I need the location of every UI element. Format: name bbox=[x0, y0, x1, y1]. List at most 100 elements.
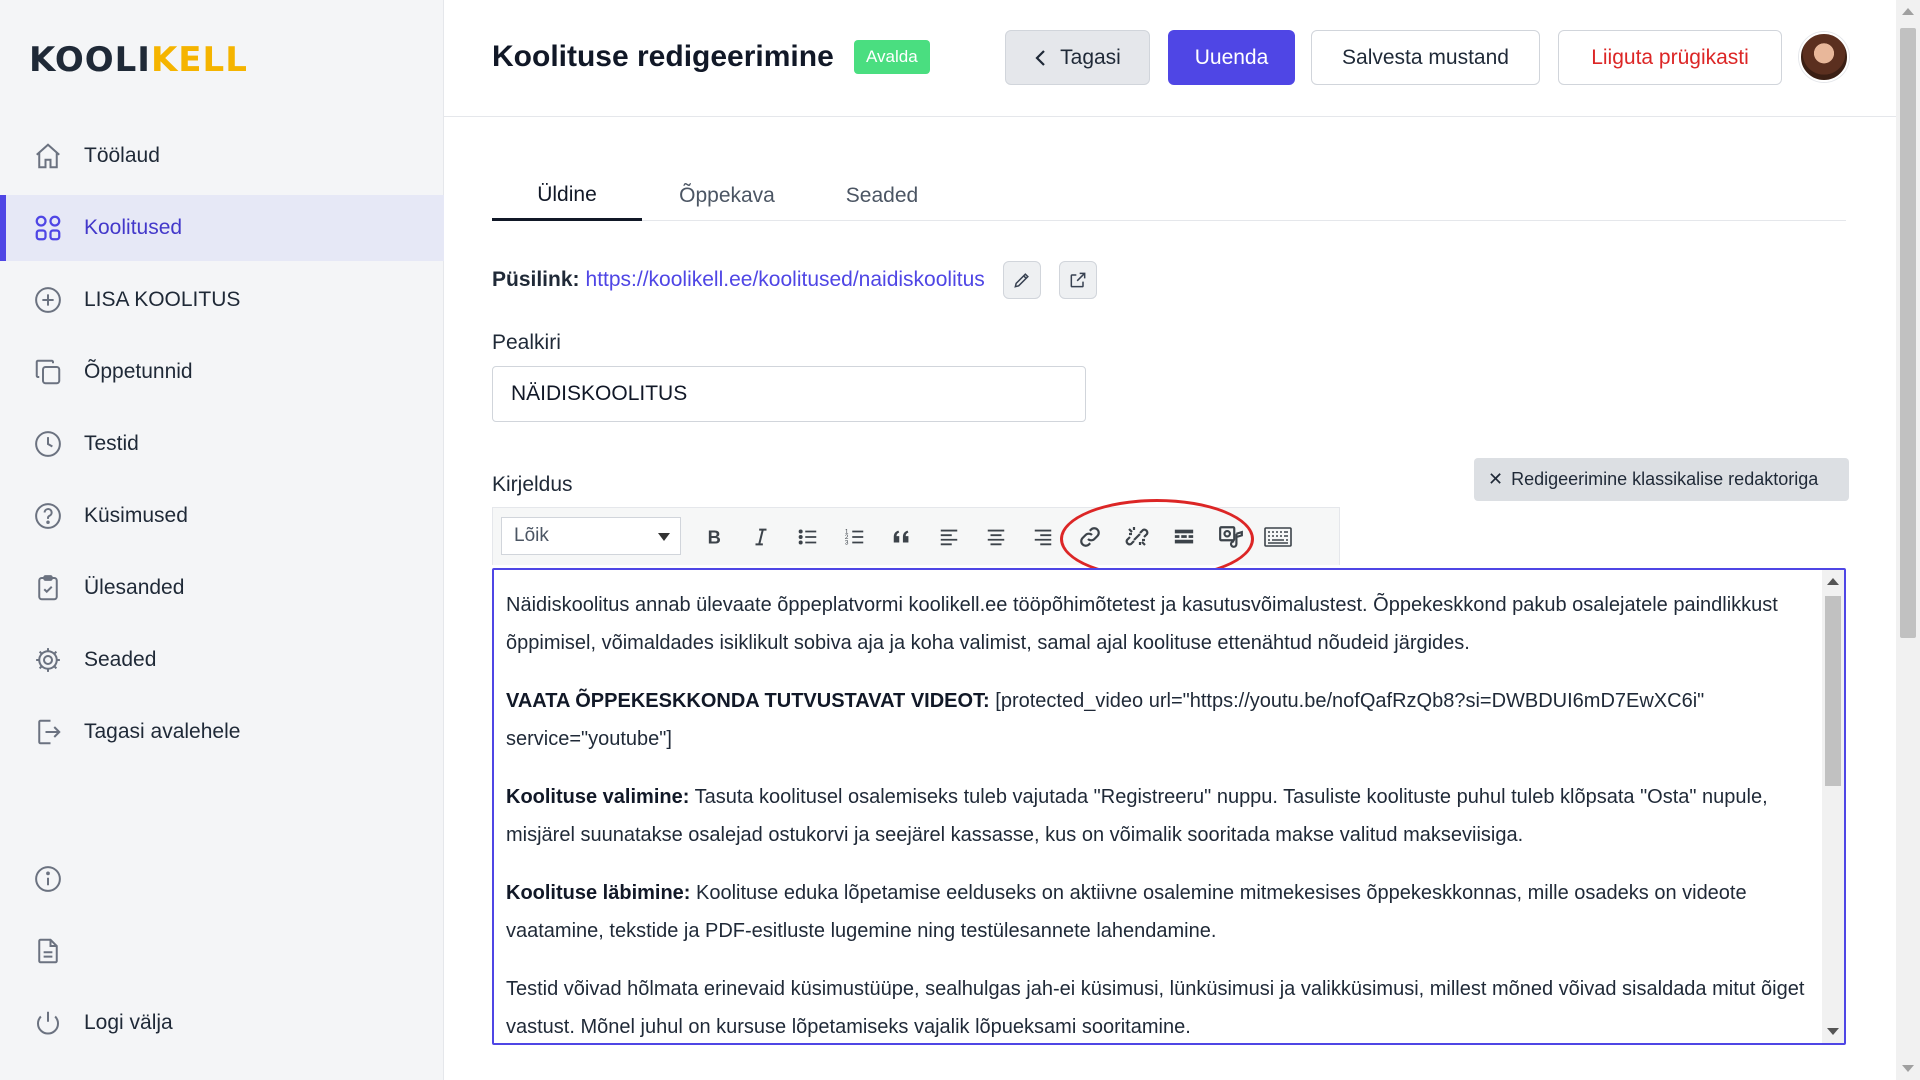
classic-editor-label: Redigeerimine klassikalise redaktoriga bbox=[1511, 469, 1819, 489]
read-more-icon bbox=[1172, 526, 1196, 548]
sidebar-item-toolaud[interactable]: Töölaud bbox=[0, 123, 444, 189]
power-icon bbox=[32, 1007, 64, 1039]
document-icon bbox=[32, 935, 64, 967]
back-button[interactable]: Tagasi bbox=[1005, 30, 1150, 85]
chevron-left-icon bbox=[1034, 48, 1048, 68]
scroll-up-icon[interactable] bbox=[1902, 8, 1914, 15]
sidebar-item-lisa-koolitus[interactable]: LISA KOOLITUS bbox=[0, 267, 444, 333]
bold-button[interactable]: B bbox=[695, 518, 733, 556]
classic-editor-button[interactable]: ✕ Redigeerimine klassikalise redaktoriga bbox=[1474, 458, 1849, 501]
logo[interactable]: KOOLIKELL bbox=[29, 40, 248, 80]
scroll-up-icon[interactable] bbox=[1827, 578, 1839, 585]
sidebar-item-tagasi-avalehele[interactable]: Tagasi avalehele bbox=[0, 699, 444, 765]
align-right-icon bbox=[1032, 526, 1054, 548]
italic-button[interactable] bbox=[742, 518, 780, 556]
numbered-list-icon: 123 bbox=[844, 526, 866, 548]
italic-icon bbox=[750, 526, 772, 548]
bullet-list-button[interactable] bbox=[789, 518, 827, 556]
permalink-row: Püsilink: https://koolikell.ee/koolituse… bbox=[492, 260, 1097, 300]
gear-icon bbox=[32, 644, 64, 676]
sidebar-item-oppetunnid[interactable]: Õppetunnid bbox=[0, 339, 444, 405]
scroll-down-icon[interactable] bbox=[1827, 1028, 1839, 1035]
editor-paragraph: Näidiskoolitus annab ülevaate õppeplatvo… bbox=[506, 594, 1778, 654]
tab-uldine[interactable]: Üldine bbox=[492, 171, 642, 221]
sidebar-item-label: Tagasi avalehele bbox=[84, 720, 241, 743]
add-media-button[interactable] bbox=[1212, 518, 1250, 556]
editor-content[interactable]: Näidiskoolitus annab ülevaate õppeplatvo… bbox=[506, 586, 1811, 1043]
move-to-trash-button[interactable]: Liiguta prügikasti bbox=[1558, 30, 1782, 85]
title-input[interactable] bbox=[492, 366, 1086, 422]
info-button[interactable] bbox=[0, 848, 444, 910]
align-center-button[interactable] bbox=[977, 518, 1015, 556]
sidebar-item-kusimused[interactable]: Küsimused bbox=[0, 483, 444, 549]
remove-link-button[interactable] bbox=[1118, 518, 1156, 556]
title-field-label: Pealkiri bbox=[492, 331, 561, 354]
sidebar-item-seaded[interactable]: Seaded bbox=[0, 627, 444, 693]
unlink-icon bbox=[1125, 525, 1149, 549]
logout-button[interactable]: Logi välja bbox=[0, 992, 444, 1054]
editor-toolbar: Lõik B 123 bbox=[492, 507, 1340, 565]
bullet-list-icon bbox=[797, 526, 819, 548]
sidebar-item-label: Koolitused bbox=[84, 216, 183, 239]
clipboard-check-icon bbox=[32, 572, 64, 604]
update-button[interactable]: Uuenda bbox=[1168, 30, 1295, 85]
editor-paragraph: Koolituse läbimine: Koolituse eduka lõpe… bbox=[506, 882, 1747, 942]
close-icon: ✕ bbox=[1488, 469, 1504, 489]
editor-scrollbar-thumb[interactable] bbox=[1825, 596, 1841, 786]
insert-link-button[interactable] bbox=[1071, 518, 1109, 556]
sidebar-item-label: Töölaud bbox=[84, 144, 160, 167]
tab-oppekava[interactable]: Õppekava bbox=[652, 171, 802, 221]
bold-icon: B bbox=[703, 526, 725, 548]
sidebar-item-koolitused[interactable]: Koolitused bbox=[0, 195, 444, 261]
sidebar-item-label: Seaded bbox=[84, 648, 157, 671]
save-draft-button[interactable]: Salvesta mustand bbox=[1311, 30, 1540, 85]
blockquote-icon bbox=[890, 526, 914, 548]
numbered-list-button[interactable]: 123 bbox=[836, 518, 874, 556]
grid-icon bbox=[32, 212, 64, 244]
sidebar-item-ulesanded[interactable]: Ülesanded bbox=[0, 555, 444, 621]
clock-icon bbox=[32, 428, 64, 460]
edit-permalink-button[interactable] bbox=[1002, 261, 1041, 299]
sidebar-item-label: Õppetunnid bbox=[84, 360, 193, 383]
editor-scrollbar[interactable] bbox=[1822, 570, 1844, 1043]
align-center-icon bbox=[985, 526, 1007, 548]
sidebar-item-label: LISA KOOLITUS bbox=[84, 288, 241, 311]
align-right-button[interactable] bbox=[1024, 518, 1062, 556]
tab-seaded[interactable]: Seaded bbox=[812, 171, 952, 221]
sidebar-item-label: Ülesanded bbox=[84, 576, 185, 599]
logout-label: Logi välja bbox=[84, 1011, 173, 1034]
toolbar-toggle-button[interactable] bbox=[1259, 518, 1297, 556]
external-link-icon bbox=[1068, 270, 1088, 290]
format-select[interactable]: Lõik bbox=[501, 517, 681, 555]
plus-circle-icon bbox=[32, 284, 64, 316]
sidebar-nav: Töölaud Koolitused LISA KOOLITUS Õppetun… bbox=[0, 123, 444, 771]
read-more-button[interactable] bbox=[1165, 518, 1203, 556]
scroll-down-icon[interactable] bbox=[1902, 1065, 1914, 1072]
description-editor[interactable]: Näidiskoolitus annab ülevaate õppeplatvo… bbox=[492, 568, 1846, 1045]
copy-icon bbox=[32, 356, 64, 388]
editor-paragraph: Koolituse valimine: Tasuta koolitusel os… bbox=[506, 786, 1768, 846]
sidebar-item-testid[interactable]: Testid bbox=[0, 411, 444, 477]
pencil-icon bbox=[1012, 270, 1032, 290]
svg-text:B: B bbox=[708, 526, 721, 547]
link-icon bbox=[1078, 525, 1102, 549]
avatar[interactable] bbox=[1799, 32, 1849, 82]
blockquote-button[interactable] bbox=[883, 518, 921, 556]
editor-paragraph: Testid võivad hõlmata erinevaid küsimust… bbox=[506, 978, 1805, 1038]
header: Koolituse redigeerimine Avalda Tagasi Uu… bbox=[444, 0, 1896, 117]
document-button[interactable] bbox=[0, 920, 444, 982]
tab-bar: Üldine Õppekava Seaded bbox=[492, 171, 1846, 221]
chevron-down-icon bbox=[658, 533, 670, 541]
align-left-button[interactable] bbox=[930, 518, 968, 556]
sidebar: KOOLIKELL Töölaud Koolitused LISA KOOLIT… bbox=[0, 0, 444, 1080]
exit-icon bbox=[32, 716, 64, 748]
description-field-label: Kirjeldus bbox=[492, 473, 573, 496]
open-permalink-button[interactable] bbox=[1058, 261, 1097, 299]
back-button-label: Tagasi bbox=[1060, 45, 1121, 69]
permalink-url[interactable]: https://koolikell.ee/koolitused/naidisko… bbox=[586, 268, 985, 292]
page-scrollbar[interactable] bbox=[1896, 0, 1920, 1080]
editor-paragraph: VAATA ÕPPEKESKKONDA TUTVUSTAVAT VIDEOT: … bbox=[506, 690, 1705, 750]
page-scrollbar-thumb[interactable] bbox=[1900, 28, 1916, 638]
media-icon bbox=[1218, 524, 1244, 550]
status-badge[interactable]: Avalda bbox=[854, 40, 930, 74]
